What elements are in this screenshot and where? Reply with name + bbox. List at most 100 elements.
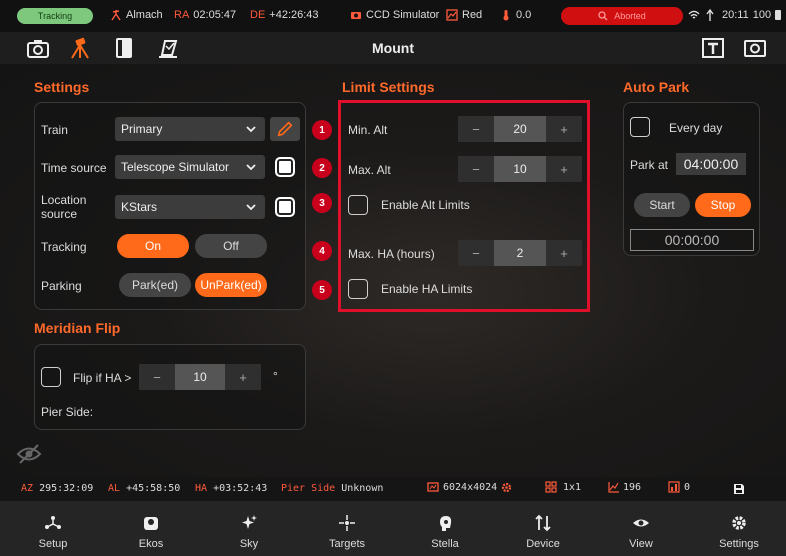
sparkle-icon — [242, 515, 257, 529]
resolution-readout: 6024x4024 — [427, 481, 512, 493]
telemetry-bar: AZ 295:32:09 AL +45:58:50 HA +03:52:43 P… — [0, 477, 786, 501]
auto-park-start-button[interactable]: Start — [634, 193, 690, 217]
image-frame-icon — [427, 482, 439, 492]
meridian-flip-title: Meridian Flip — [34, 320, 121, 336]
ha-readout: HA +03:52:43 — [195, 483, 268, 494]
annotation-marker-4: 4 — [312, 241, 332, 261]
alarm-label: Aborted — [614, 11, 646, 21]
auto-park-stop-button[interactable]: Stop — [695, 193, 751, 217]
filter-wheel-icon — [446, 9, 458, 21]
parking-label: Parking — [41, 279, 82, 293]
nav-stella[interactable]: Stella — [405, 501, 485, 556]
location-source-sync-button[interactable] — [275, 197, 295, 217]
auto-park-countdown: 00:00:00 — [630, 229, 754, 251]
target-crosshair-icon — [339, 515, 355, 531]
flip-ha-value[interactable]: 10 — [175, 364, 225, 390]
binning-readout: 1x1 — [545, 481, 581, 493]
unpark-button[interactable]: UnPark(ed) — [195, 273, 267, 297]
eye-icon — [633, 519, 649, 527]
tracking-status-pill[interactable]: Tracking — [17, 8, 93, 24]
park-button[interactable]: Park(ed) — [119, 273, 191, 297]
hfr-readout: 196 — [608, 481, 641, 493]
every-day-checkbox[interactable] — [630, 117, 650, 137]
tracking-status-label: Tracking — [37, 11, 73, 21]
edit-train-button[interactable] — [270, 117, 300, 141]
up-down-arrows-icon — [535, 514, 551, 532]
camera-icon — [351, 12, 361, 19]
park-at-label: Park at — [630, 158, 669, 172]
nav-settings[interactable]: Settings — [699, 501, 779, 556]
auto-park-panel: Every day Park at 04:00:00 Start Stop 00… — [623, 102, 760, 256]
de-readout: DE +42:26:43 — [250, 9, 319, 21]
flip-ha-decrement-button[interactable]: − — [139, 364, 175, 390]
nav-view[interactable]: View — [601, 501, 681, 556]
annotation-marker-3: 3 — [312, 193, 332, 213]
save-icon[interactable] — [733, 483, 745, 495]
train-label: Train — [41, 123, 68, 137]
chevron-down-icon — [246, 204, 256, 211]
wifi-icon — [688, 10, 700, 19]
park-at-time-input[interactable]: 04:00:00 — [676, 153, 746, 175]
chevron-down-icon — [246, 164, 256, 171]
train-value: Primary — [121, 122, 163, 136]
clock: 20:11 100 — [722, 9, 782, 21]
nav-ekos[interactable]: Ekos — [111, 501, 191, 556]
annotation-marker-2: 2 — [312, 158, 332, 178]
settings-title: Settings — [34, 79, 90, 95]
text-tool-icon[interactable] — [701, 37, 725, 59]
auto-park-title: Auto Park — [623, 79, 690, 95]
meridian-flip-panel: Flip if HA > − 10 + ° Pier Side: — [34, 344, 306, 430]
alarm-pill[interactable]: Aborted — [561, 7, 683, 25]
tracking-label: Tracking — [41, 240, 87, 254]
temperature-readout: 0.0 — [500, 9, 531, 21]
binning-grid-icon — [545, 481, 557, 493]
flip-ha-increment-button[interactable]: + — [225, 364, 261, 390]
time-source-value: Telescope Simulator — [121, 160, 230, 174]
every-day-label: Every day — [669, 121, 723, 135]
time-source-sync-button[interactable] — [275, 157, 295, 177]
battery-level: 100 — [752, 9, 772, 21]
flip-if-ha-checkbox[interactable] — [41, 367, 61, 387]
gear-icon[interactable] — [501, 482, 512, 493]
location-source-value: KStars — [121, 200, 158, 214]
settings-panel: Train Primary Time source Telescope Simu… — [34, 102, 306, 310]
location-source-combo[interactable]: KStars — [115, 195, 265, 219]
eye-off-icon[interactable] — [16, 443, 42, 465]
mount-name: Almach — [110, 9, 163, 21]
screenshot-icon[interactable] — [743, 37, 767, 59]
module-toolbar: Mount — [0, 32, 786, 64]
page-title: Mount — [372, 40, 414, 56]
upload-arrow-icon — [706, 9, 714, 21]
search-icon — [598, 11, 608, 21]
stella-assistant-icon — [440, 516, 452, 531]
setup-icon — [45, 516, 61, 529]
location-source-label: Location source — [41, 193, 87, 221]
tracking-off-button[interactable]: Off — [195, 234, 267, 258]
al-readout: AL +45:58:50 — [108, 483, 181, 494]
time-source-combo[interactable]: Telescope Simulator — [115, 155, 265, 179]
gear-icon — [732, 516, 746, 530]
train-combo[interactable]: Primary — [115, 117, 265, 141]
nav-device[interactable]: Device — [503, 501, 583, 556]
nav-setup[interactable]: Setup — [13, 501, 93, 556]
chevron-down-icon — [246, 126, 256, 133]
ra-readout: RA 02:05:47 — [174, 9, 237, 21]
thermometer-icon — [503, 10, 509, 21]
telescope-icon — [111, 10, 121, 21]
star-count-icon — [668, 481, 680, 493]
camera-readout: CCD Simulator — [350, 9, 439, 21]
pier-side-readout: Pier Side Unknown — [281, 483, 384, 494]
pencil-icon — [277, 121, 293, 137]
az-readout: AZ 295:32:09 — [21, 483, 94, 494]
nav-targets[interactable]: Targets — [307, 501, 387, 556]
bottom-navigation: Setup Ekos Sky Targets Stella Device Vie… — [0, 501, 786, 556]
status-bar: Tracking Almach RA 02:05:47 DE +42:26:43… — [0, 0, 786, 32]
star-count-readout: 0 — [668, 481, 690, 493]
nav-sky[interactable]: Sky — [209, 501, 289, 556]
tracking-on-button[interactable]: On — [117, 234, 189, 258]
flip-if-ha-label: Flip if HA > — [73, 371, 132, 385]
mount-main-area: Settings Train Primary Time source Teles… — [0, 64, 786, 477]
time-source-label: Time source — [41, 161, 107, 175]
degree-symbol: ° — [273, 369, 278, 383]
hfr-chart-icon — [608, 482, 619, 493]
